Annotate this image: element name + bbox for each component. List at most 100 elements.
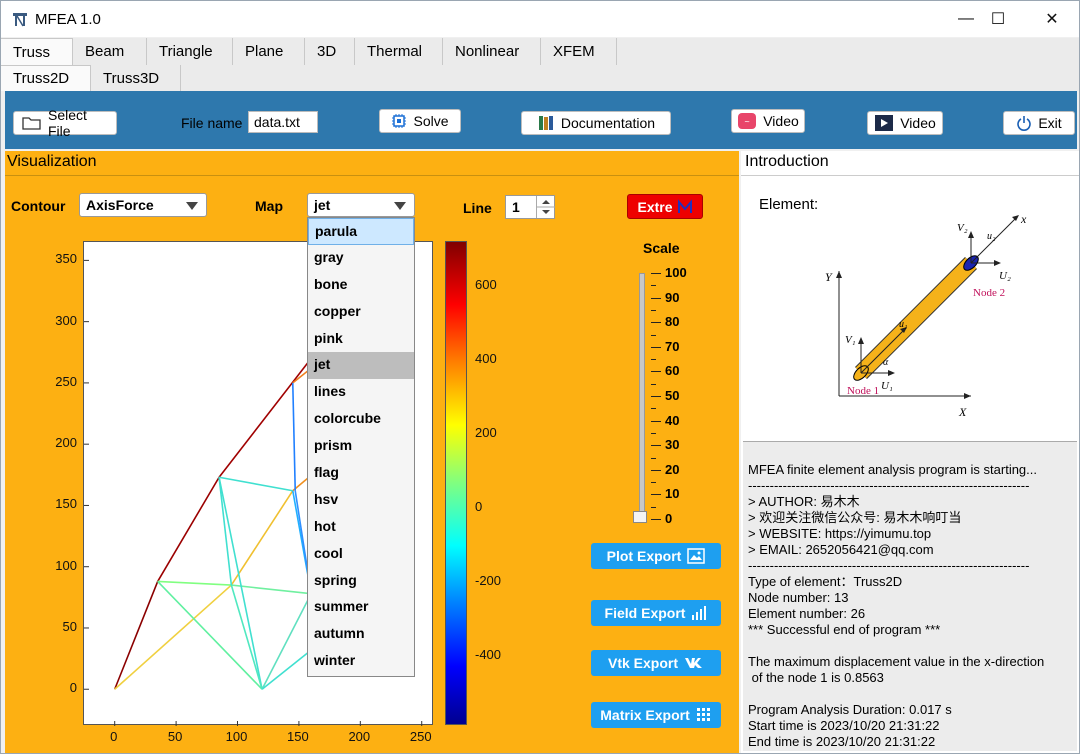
x-tick-label: 100 (225, 729, 248, 744)
map-option[interactable]: colorcube (308, 406, 414, 433)
image-icon (687, 548, 706, 564)
tab-3d[interactable]: 3D (305, 38, 355, 65)
scale-tick-mark (651, 322, 661, 324)
local-u1-label: u₁ (899, 319, 907, 330)
v2-label: V₂ (957, 222, 968, 234)
map-option[interactable]: copper (308, 299, 414, 326)
documentation-button[interactable]: Documentation (521, 111, 671, 135)
tab-thermal[interactable]: Thermal (355, 38, 443, 65)
scale-tick-label: 80 (665, 314, 680, 330)
tab-plane[interactable]: Plane (233, 38, 305, 65)
scale-tick-label: 20 (665, 461, 680, 477)
vtk-export-label: Vtk Export (607, 655, 678, 671)
map-option[interactable]: hsv (308, 487, 414, 514)
line-spinner[interactable]: 1 (505, 195, 555, 219)
y-tick-label: 0 (69, 680, 77, 696)
vk-logo-icon (685, 658, 702, 668)
scale-tick-mark (651, 519, 661, 520)
map-option[interactable]: parula (308, 218, 414, 245)
truss-member (218, 477, 263, 690)
y-tick-label: 250 (55, 373, 77, 389)
solve-button[interactable]: Solve (379, 109, 461, 133)
scale-tick-label: 10 (665, 486, 680, 502)
tab-beam[interactable]: Beam (73, 38, 147, 65)
field-export-label: Field Export (604, 605, 686, 621)
map-option[interactable]: autumn (308, 621, 414, 648)
scale-tick-label: 100 (665, 265, 687, 280)
matrix-export-button[interactable]: Matrix Export (591, 702, 721, 728)
map-option[interactable]: winter (308, 648, 414, 675)
map-option[interactable]: summer (308, 594, 414, 621)
map-option[interactable]: prism (308, 433, 414, 460)
tab-truss2d[interactable]: Truss2D (1, 65, 91, 91)
log-line: Type of element：Truss2D (748, 574, 903, 589)
plot-export-button[interactable]: Plot Export (591, 543, 721, 569)
video-button-1[interactable]: ~ Video (731, 109, 805, 133)
vtk-export-button[interactable]: Vtk Export (591, 650, 721, 676)
tab-xfem[interactable]: XFEM (541, 38, 617, 65)
scale-tick-mark (651, 371, 661, 373)
scale-slider-track[interactable] (639, 273, 645, 519)
tab-truss[interactable]: Truss (1, 38, 73, 65)
cpu-icon (392, 114, 407, 128)
truss-member (157, 580, 232, 586)
field-export-button[interactable]: Field Export (591, 600, 721, 626)
truss-member (291, 382, 297, 491)
scale-minor-tick (651, 506, 656, 508)
map-option[interactable]: jet (308, 352, 414, 380)
contour-value: AxisForce (86, 197, 154, 213)
visualization-title: Visualization (5, 151, 739, 176)
truss-member (230, 490, 294, 586)
colorbar-tick-label: 200 (475, 425, 497, 441)
select-file-button[interactable]: Select File (13, 107, 117, 139)
close-button[interactable]: ✕ (1029, 1, 1075, 37)
svg-text:~: ~ (744, 118, 750, 126)
map-option[interactable]: flag (308, 460, 414, 487)
sub-tabs: Truss2D Truss3D (1, 65, 1079, 91)
map-option[interactable]: cool (308, 541, 414, 568)
file-name-label: File name (181, 115, 243, 131)
video-label-1: Video (763, 113, 799, 129)
map-option[interactable]: gray (308, 245, 414, 272)
log-line: > AUTHOR: 易木木 (748, 494, 860, 509)
y-tick-label: 200 (55, 435, 77, 451)
x-tick-label: 150 (287, 729, 309, 744)
chevron-down-icon (394, 202, 406, 210)
exit-button[interactable]: Exit (1003, 111, 1075, 135)
extre-button[interactable]: Extre (627, 194, 703, 219)
main-tabs: Truss Beam Triangle Plane 3D Thermal Non… (1, 38, 1079, 65)
video-button-2[interactable]: Video (867, 111, 943, 135)
chevron-down-icon (186, 202, 198, 210)
map-option[interactable]: lines (308, 379, 414, 406)
tab-nonlinear[interactable]: Nonlinear (443, 38, 541, 65)
folder-icon (22, 117, 41, 130)
u2-label: U₂ (999, 270, 1011, 282)
solve-label: Solve (413, 113, 449, 129)
map-option[interactable]: bone (308, 272, 414, 299)
map-option[interactable]: spring (308, 568, 414, 595)
tab-triangle[interactable]: Triangle (147, 38, 233, 65)
scale-tick-mark (651, 494, 661, 496)
map-option[interactable]: hot (308, 514, 414, 541)
y-tick-label: 100 (55, 557, 77, 573)
spinner-arrows[interactable] (536, 196, 555, 218)
program-log: MFEA finite element analysis program is … (743, 441, 1077, 751)
truss-member (156, 476, 220, 582)
map-option[interactable]: pink (308, 326, 414, 353)
scale-slider-thumb[interactable] (633, 511, 647, 523)
contour-dropdown[interactable]: AxisForce (79, 193, 207, 217)
scale-tick-mark (651, 346, 661, 348)
log-line: of the node 1 is 0.8563 (748, 670, 884, 685)
y-tick-label: 300 (55, 312, 77, 328)
map-dropdown-list[interactable]: parula gray bone copper pink jet lines colorcub… (307, 217, 415, 677)
log-line: MFEA finite element analysis program is … (748, 462, 1038, 477)
colorbar-tick-label: 600 (475, 277, 497, 293)
x-tick-label: 50 (167, 729, 183, 744)
map-dropdown[interactable]: jet (307, 193, 415, 217)
select-file-label: Select File (48, 107, 87, 139)
colorbar-tick-label: -200 (475, 572, 502, 588)
tab-truss3d[interactable]: Truss3D (91, 65, 181, 91)
file-name-input[interactable]: data.txt (248, 111, 318, 133)
maximize-button[interactable]: ☐ (975, 1, 1021, 37)
node1-label: Node 1 (847, 385, 879, 397)
